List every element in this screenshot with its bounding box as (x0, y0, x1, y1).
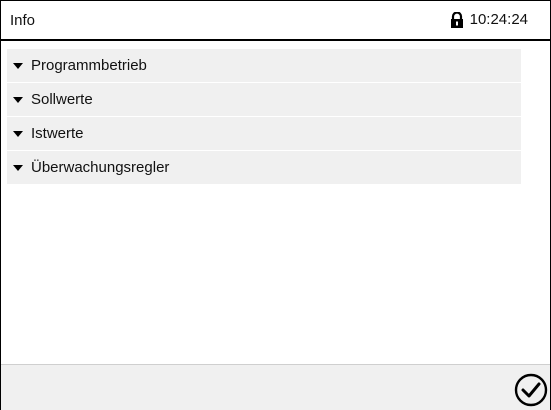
triangle-down-icon (13, 96, 23, 103)
info-window: Info 10:24:24 Programmbetrieb Sollwerte … (0, 0, 551, 410)
info-menu-list: Programmbetrieb Sollwerte Istwerte Überw… (7, 49, 521, 185)
menu-item-label: Sollwerte (31, 91, 93, 108)
header-bar: Info 10:24:24 (1, 1, 550, 41)
menu-item-label: Istwerte (31, 125, 84, 142)
triangle-down-icon (13, 62, 23, 69)
menu-item-label: Überwachungsregler (31, 159, 170, 176)
checkmark-circle-icon[interactable] (514, 373, 548, 407)
menu-item-sollwerte[interactable]: Sollwerte (7, 83, 521, 117)
menu-item-istwerte[interactable]: Istwerte (7, 117, 521, 151)
status-area: 10:24:24 (450, 11, 528, 28)
lock-icon (450, 11, 463, 28)
menu-item-label: Programmbetrieb (31, 57, 147, 74)
triangle-down-icon (13, 130, 23, 137)
menu-item-programmbetrieb[interactable]: Programmbetrieb (7, 49, 521, 83)
footer-bar (1, 364, 550, 410)
page-title: Info (10, 12, 36, 29)
clock-time: 10:24:24 (469, 11, 528, 28)
menu-item-ueberwachungsregler[interactable]: Überwachungsregler (7, 151, 521, 185)
triangle-down-icon (13, 164, 23, 171)
